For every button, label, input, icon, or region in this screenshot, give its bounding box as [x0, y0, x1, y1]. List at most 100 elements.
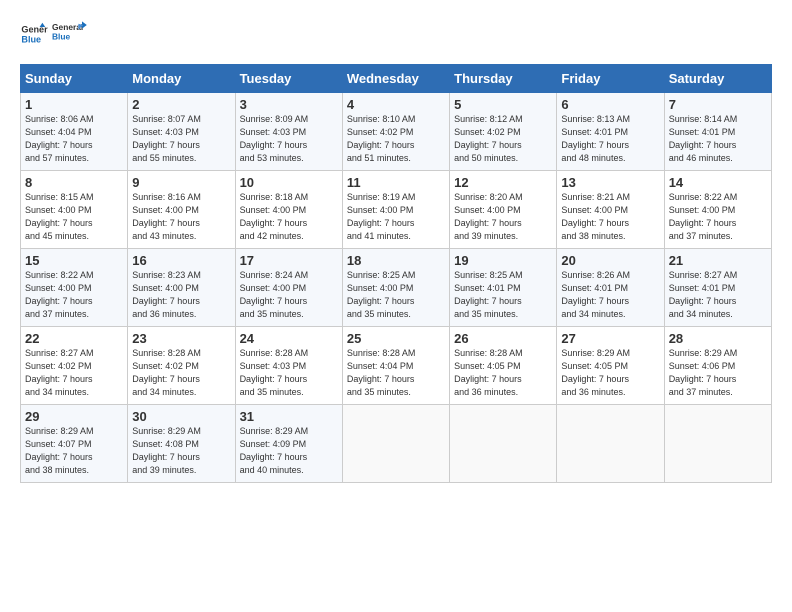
day-detail: Sunrise: 8:29 AMSunset: 4:07 PMDaylight:… — [25, 426, 94, 475]
day-detail: Sunrise: 8:27 AMSunset: 4:01 PMDaylight:… — [669, 270, 738, 319]
day-number: 13 — [561, 175, 659, 190]
svg-text:Blue: Blue — [52, 31, 71, 41]
day-detail: Sunrise: 8:26 AMSunset: 4:01 PMDaylight:… — [561, 270, 630, 319]
day-cell: 29 Sunrise: 8:29 AMSunset: 4:07 PMDaylig… — [21, 405, 128, 483]
logo-bird-icon: General Blue — [52, 16, 88, 52]
week-row-3: 15 Sunrise: 8:22 AMSunset: 4:00 PMDaylig… — [21, 249, 772, 327]
day-detail: Sunrise: 8:20 AMSunset: 4:00 PMDaylight:… — [454, 192, 523, 241]
day-number: 3 — [240, 97, 338, 112]
day-number: 24 — [240, 331, 338, 346]
logo-icon: General Blue — [20, 20, 48, 48]
day-detail: Sunrise: 8:22 AMSunset: 4:00 PMDaylight:… — [669, 192, 738, 241]
day-number: 9 — [132, 175, 230, 190]
day-cell: 2 Sunrise: 8:07 AMSunset: 4:03 PMDayligh… — [128, 93, 235, 171]
day-detail: Sunrise: 8:10 AMSunset: 4:02 PMDaylight:… — [347, 114, 416, 163]
day-number: 15 — [25, 253, 123, 268]
day-detail: Sunrise: 8:06 AMSunset: 4:04 PMDaylight:… — [25, 114, 94, 163]
day-cell: 20 Sunrise: 8:26 AMSunset: 4:01 PMDaylig… — [557, 249, 664, 327]
day-number: 23 — [132, 331, 230, 346]
day-number: 25 — [347, 331, 445, 346]
day-cell: 24 Sunrise: 8:28 AMSunset: 4:03 PMDaylig… — [235, 327, 342, 405]
day-detail: Sunrise: 8:23 AMSunset: 4:00 PMDaylight:… — [132, 270, 201, 319]
day-cell: 1 Sunrise: 8:06 AMSunset: 4:04 PMDayligh… — [21, 93, 128, 171]
day-cell: 11 Sunrise: 8:19 AMSunset: 4:00 PMDaylig… — [342, 171, 449, 249]
column-header-friday: Friday — [557, 65, 664, 93]
day-detail: Sunrise: 8:09 AMSunset: 4:03 PMDaylight:… — [240, 114, 309, 163]
week-row-4: 22 Sunrise: 8:27 AMSunset: 4:02 PMDaylig… — [21, 327, 772, 405]
day-cell: 30 Sunrise: 8:29 AMSunset: 4:08 PMDaylig… — [128, 405, 235, 483]
day-number: 22 — [25, 331, 123, 346]
day-detail: Sunrise: 8:25 AMSunset: 4:00 PMDaylight:… — [347, 270, 416, 319]
day-cell: 15 Sunrise: 8:22 AMSunset: 4:00 PMDaylig… — [21, 249, 128, 327]
day-cell: 31 Sunrise: 8:29 AMSunset: 4:09 PMDaylig… — [235, 405, 342, 483]
day-number: 26 — [454, 331, 552, 346]
day-detail: Sunrise: 8:21 AMSunset: 4:00 PMDaylight:… — [561, 192, 630, 241]
day-cell: 26 Sunrise: 8:28 AMSunset: 4:05 PMDaylig… — [450, 327, 557, 405]
calendar-table: SundayMondayTuesdayWednesdayThursdayFrid… — [20, 64, 772, 483]
day-number: 20 — [561, 253, 659, 268]
day-number: 11 — [347, 175, 445, 190]
day-number: 29 — [25, 409, 123, 424]
day-number: 21 — [669, 253, 767, 268]
day-number: 1 — [25, 97, 123, 112]
day-detail: Sunrise: 8:18 AMSunset: 4:00 PMDaylight:… — [240, 192, 309, 241]
day-detail: Sunrise: 8:29 AMSunset: 4:09 PMDaylight:… — [240, 426, 309, 475]
day-cell: 13 Sunrise: 8:21 AMSunset: 4:00 PMDaylig… — [557, 171, 664, 249]
day-number: 4 — [347, 97, 445, 112]
day-cell: 9 Sunrise: 8:16 AMSunset: 4:00 PMDayligh… — [128, 171, 235, 249]
svg-text:Blue: Blue — [21, 34, 41, 44]
day-cell — [342, 405, 449, 483]
day-cell: 8 Sunrise: 8:15 AMSunset: 4:00 PMDayligh… — [21, 171, 128, 249]
day-detail: Sunrise: 8:29 AMSunset: 4:06 PMDaylight:… — [669, 348, 738, 397]
day-cell: 22 Sunrise: 8:27 AMSunset: 4:02 PMDaylig… — [21, 327, 128, 405]
day-number: 14 — [669, 175, 767, 190]
column-header-saturday: Saturday — [664, 65, 771, 93]
day-detail: Sunrise: 8:29 AMSunset: 4:05 PMDaylight:… — [561, 348, 630, 397]
header-row: SundayMondayTuesdayWednesdayThursdayFrid… — [21, 65, 772, 93]
day-cell: 21 Sunrise: 8:27 AMSunset: 4:01 PMDaylig… — [664, 249, 771, 327]
day-detail: Sunrise: 8:27 AMSunset: 4:02 PMDaylight:… — [25, 348, 94, 397]
day-detail: Sunrise: 8:28 AMSunset: 4:04 PMDaylight:… — [347, 348, 416, 397]
day-cell: 6 Sunrise: 8:13 AMSunset: 4:01 PMDayligh… — [557, 93, 664, 171]
day-number: 6 — [561, 97, 659, 112]
day-detail: Sunrise: 8:28 AMSunset: 4:03 PMDaylight:… — [240, 348, 309, 397]
day-cell: 28 Sunrise: 8:29 AMSunset: 4:06 PMDaylig… — [664, 327, 771, 405]
day-cell: 14 Sunrise: 8:22 AMSunset: 4:00 PMDaylig… — [664, 171, 771, 249]
day-detail: Sunrise: 8:28 AMSunset: 4:02 PMDaylight:… — [132, 348, 201, 397]
day-detail: Sunrise: 8:28 AMSunset: 4:05 PMDaylight:… — [454, 348, 523, 397]
day-detail: Sunrise: 8:24 AMSunset: 4:00 PMDaylight:… — [240, 270, 309, 319]
header: General Blue General Blue — [20, 16, 772, 52]
day-cell: 25 Sunrise: 8:28 AMSunset: 4:04 PMDaylig… — [342, 327, 449, 405]
day-number: 27 — [561, 331, 659, 346]
week-row-5: 29 Sunrise: 8:29 AMSunset: 4:07 PMDaylig… — [21, 405, 772, 483]
day-number: 28 — [669, 331, 767, 346]
week-row-2: 8 Sunrise: 8:15 AMSunset: 4:00 PMDayligh… — [21, 171, 772, 249]
column-header-wednesday: Wednesday — [342, 65, 449, 93]
day-cell: 17 Sunrise: 8:24 AMSunset: 4:00 PMDaylig… — [235, 249, 342, 327]
day-detail: Sunrise: 8:22 AMSunset: 4:00 PMDaylight:… — [25, 270, 94, 319]
day-detail: Sunrise: 8:15 AMSunset: 4:00 PMDaylight:… — [25, 192, 94, 241]
day-number: 31 — [240, 409, 338, 424]
column-header-thursday: Thursday — [450, 65, 557, 93]
day-detail: Sunrise: 8:12 AMSunset: 4:02 PMDaylight:… — [454, 114, 523, 163]
day-detail: Sunrise: 8:14 AMSunset: 4:01 PMDaylight:… — [669, 114, 738, 163]
day-cell: 7 Sunrise: 8:14 AMSunset: 4:01 PMDayligh… — [664, 93, 771, 171]
week-row-1: 1 Sunrise: 8:06 AMSunset: 4:04 PMDayligh… — [21, 93, 772, 171]
day-cell: 3 Sunrise: 8:09 AMSunset: 4:03 PMDayligh… — [235, 93, 342, 171]
column-header-tuesday: Tuesday — [235, 65, 342, 93]
day-number: 12 — [454, 175, 552, 190]
day-cell: 27 Sunrise: 8:29 AMSunset: 4:05 PMDaylig… — [557, 327, 664, 405]
day-cell: 10 Sunrise: 8:18 AMSunset: 4:00 PMDaylig… — [235, 171, 342, 249]
page: General Blue General Blue — [0, 0, 792, 493]
day-number: 17 — [240, 253, 338, 268]
day-cell: 16 Sunrise: 8:23 AMSunset: 4:00 PMDaylig… — [128, 249, 235, 327]
day-cell: 23 Sunrise: 8:28 AMSunset: 4:02 PMDaylig… — [128, 327, 235, 405]
day-number: 5 — [454, 97, 552, 112]
day-number: 2 — [132, 97, 230, 112]
day-cell: 18 Sunrise: 8:25 AMSunset: 4:00 PMDaylig… — [342, 249, 449, 327]
day-cell — [557, 405, 664, 483]
day-number: 7 — [669, 97, 767, 112]
day-detail: Sunrise: 8:16 AMSunset: 4:00 PMDaylight:… — [132, 192, 201, 241]
column-header-monday: Monday — [128, 65, 235, 93]
day-number: 16 — [132, 253, 230, 268]
